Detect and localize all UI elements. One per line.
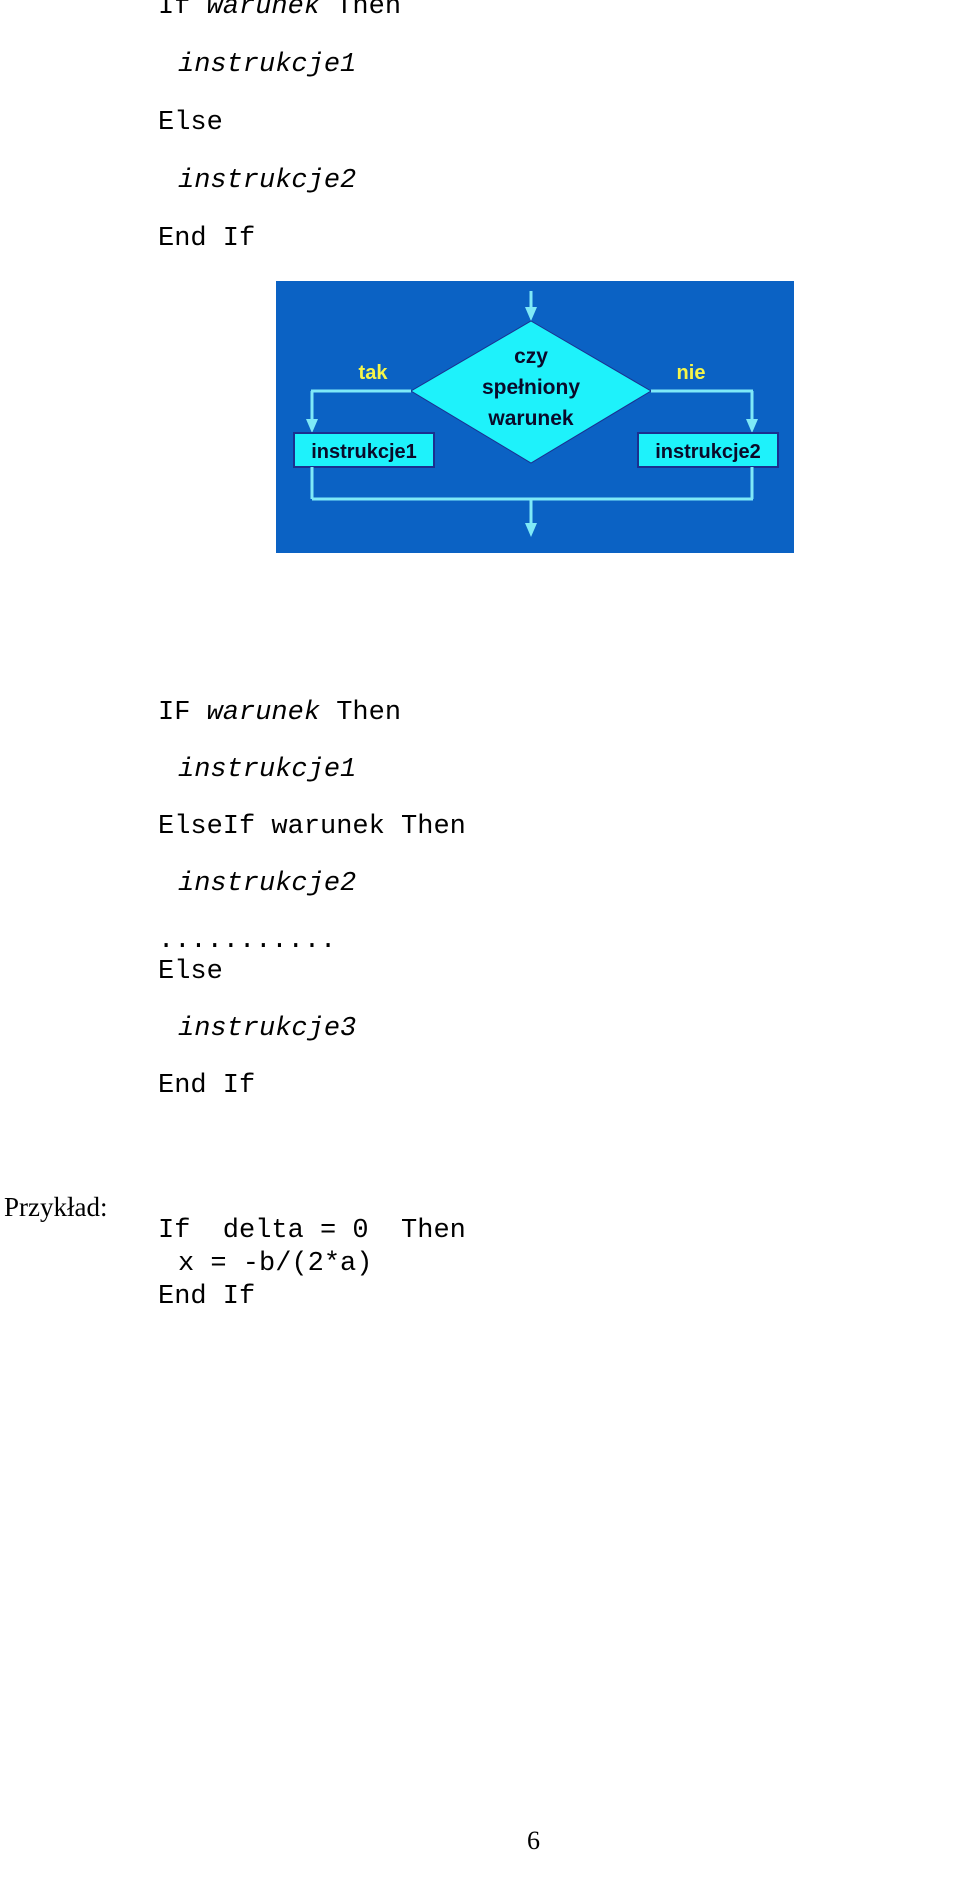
code-line: If warunek Then: [158, 0, 401, 21]
code-token: ElseIf warunek Then: [158, 812, 466, 842]
code-line: instrukcje1: [158, 757, 466, 784]
code-token: End If: [158, 224, 256, 254]
code-token: Then: [320, 0, 402, 22]
document-page: If warunek Then instrukcje1 Else instrukcje…: [0, 0, 960, 1878]
code-token: If: [158, 0, 207, 22]
code-line: instrukcje2: [158, 168, 401, 195]
code-token: warunek: [206, 698, 321, 728]
code-listing-if-else: If warunek Then instrukcje1 Else instrukcje…: [158, 0, 401, 284]
code-line: instrukcje3: [158, 1016, 466, 1043]
code-line: ...........: [158, 928, 466, 955]
code-token: instrukcje2: [178, 869, 357, 899]
code-token: instrukcje3: [178, 1014, 357, 1044]
code-token: Else: [158, 108, 223, 138]
code-token: Else: [158, 957, 223, 987]
code-line: ElseIf warunek Then: [158, 814, 466, 841]
code-line: IF warunek Then: [158, 700, 466, 727]
code-line: End If: [158, 1073, 466, 1100]
code-token: Then: [320, 698, 402, 728]
decision-line-1: czy: [514, 345, 548, 368]
code-listing-example: If delta = 0 Then x = -b/(2*a) End If: [158, 1218, 466, 1317]
branch-label-no: nie: [677, 362, 706, 384]
code-line: instrukcje2: [158, 871, 466, 898]
code-line: x = -b/(2*a): [158, 1251, 466, 1278]
code-token: warunek: [206, 0, 321, 22]
decision-line-2: spełniony: [482, 376, 580, 399]
code-token: If delta = 0 Then: [158, 1216, 466, 1246]
if-then-else-flowchart: czy spełniony warunek tak nie instrukcje…: [276, 281, 794, 553]
example-label: Przykład:: [4, 1192, 108, 1222]
code-token: End If: [158, 1282, 256, 1312]
branch-label-yes: tak: [359, 362, 389, 384]
code-token: IF: [158, 698, 207, 728]
code-token: instrukcje1: [178, 755, 357, 785]
code-token: ...........: [158, 926, 337, 956]
code-token: instrukcje1: [178, 50, 357, 80]
code-line: instrukcje1: [158, 52, 401, 79]
code-listing-elseif: IF warunek Then instrukcje1 ElseIf warunek…: [158, 700, 466, 1130]
code-line: End If: [158, 1284, 466, 1311]
code-line: Else: [158, 110, 401, 137]
code-token: End If: [158, 1071, 256, 1101]
code-line: If delta = 0 Then: [158, 1218, 466, 1245]
code-line: Else: [158, 959, 466, 986]
code-token: instrukcje2: [178, 166, 357, 196]
process-box-false-label: instrukcje2: [655, 441, 761, 463]
process-box-true-label: instrukcje1: [311, 441, 417, 463]
code-token: x = -b/(2*a): [178, 1249, 373, 1279]
decision-line-3: warunek: [487, 407, 574, 430]
code-line: End If: [158, 226, 401, 253]
page-number: 6: [527, 1826, 540, 1855]
